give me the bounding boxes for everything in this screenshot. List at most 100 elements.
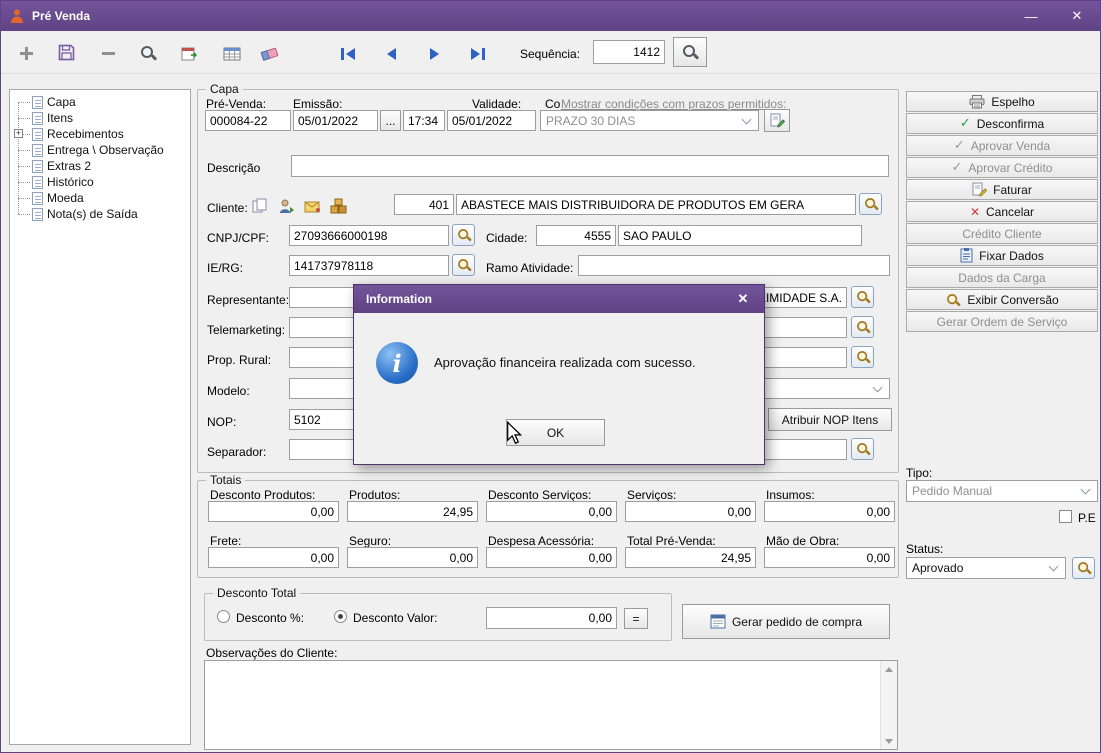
validade-input[interactable]	[447, 110, 536, 131]
exibir-conversao-button[interactable]: Exibir Conversão	[906, 289, 1098, 310]
despesa-acessoria-input[interactable]	[486, 547, 617, 568]
tree-item-label: Itens	[47, 111, 74, 125]
nav-prev-button[interactable]	[378, 41, 404, 67]
vertical-scrollbar[interactable]	[880, 661, 897, 749]
export-button[interactable]	[177, 41, 203, 67]
nav-next-button[interactable]	[421, 41, 447, 67]
add-button[interactable]	[13, 40, 39, 66]
insumos-input[interactable]	[764, 501, 895, 522]
exibir-conversao-label: Exibir Conversão	[967, 292, 1059, 307]
search-button[interactable]	[135, 40, 161, 66]
status-combo[interactable]: Aprovado	[906, 557, 1066, 579]
pe-checkbox[interactable]	[1059, 510, 1072, 523]
mao-de-obra-input[interactable]	[764, 547, 895, 568]
window-titlebar: Pré Venda — ✕	[1, 1, 1100, 31]
telemarketing-search-button[interactable]	[851, 316, 874, 338]
minimize-button[interactable]: —	[1008, 1, 1054, 31]
view-sequence-button[interactable]	[673, 37, 707, 67]
representante-search-button[interactable]	[851, 286, 874, 308]
desconto-produtos-input[interactable]	[208, 501, 339, 522]
tree-item-historico[interactable]: Histórico	[18, 174, 94, 190]
clear-button[interactable]	[257, 41, 283, 67]
ie-rg-input[interactable]	[289, 255, 449, 276]
nav-last-button[interactable]	[464, 41, 490, 67]
condicao-edit-button[interactable]	[764, 109, 790, 132]
condicao-prazos-link[interactable]: Mostrar condições com prazos permitidos:	[560, 97, 787, 111]
faturar-button[interactable]: Faturar	[906, 179, 1098, 200]
sequencia-input[interactable]	[593, 40, 665, 64]
cidade-code-input[interactable]	[536, 225, 616, 246]
printer-icon	[969, 94, 985, 108]
tree-expander-recebimentos[interactable]: +	[14, 129, 23, 138]
document-icon	[32, 111, 43, 125]
faturar-label: Faturar	[993, 182, 1032, 197]
observacoes-cliente-textarea[interactable]	[204, 660, 898, 750]
cancelar-button[interactable]: ✕ Cancelar	[906, 201, 1098, 222]
cliente-products-button[interactable]	[326, 193, 352, 219]
cliente-mail-button[interactable]	[300, 193, 326, 219]
remove-button[interactable]	[95, 40, 121, 66]
tree-item-notas-de-saida[interactable]: Nota(s) de Saída	[18, 206, 138, 222]
eraser-icon	[260, 47, 279, 61]
prop-rural-search-button[interactable]	[851, 346, 874, 368]
desconto-total-group: Desconto Total Desconto %: Desconto Valo…	[204, 586, 672, 641]
scroll-down-button[interactable]	[881, 733, 897, 749]
ramo-atividade-input[interactable]	[578, 255, 890, 276]
dialog-titlebar: Information ✕	[354, 285, 764, 313]
desconto-total-group-label: Desconto Total	[213, 586, 301, 600]
status-search-button[interactable]	[1072, 557, 1095, 579]
scroll-up-button[interactable]	[881, 661, 897, 677]
equals-button[interactable]: =	[624, 608, 648, 629]
tree-item-recebimentos[interactable]: Recebimentos	[18, 126, 124, 142]
desconfirma-button[interactable]: ✓ Desconfirma	[906, 113, 1098, 134]
tree-item-capa[interactable]: Capa	[18, 94, 76, 110]
frete-label: Frete:	[210, 534, 242, 548]
frete-input[interactable]	[208, 547, 339, 568]
cnpj-label: CNPJ/CPF:	[207, 231, 270, 245]
ie-rg-search-button[interactable]	[452, 254, 475, 276]
tree-item-itens[interactable]: Itens	[17, 110, 74, 126]
cnpj-search-button[interactable]	[452, 224, 475, 246]
representante-label: Representante:	[207, 293, 290, 307]
emissao-time-input[interactable]	[403, 110, 445, 131]
desconto-percent-radio[interactable]	[217, 610, 230, 623]
fixar-dados-button[interactable]: Fixar Dados	[906, 245, 1098, 266]
espelho-button[interactable]: Espelho	[906, 91, 1098, 112]
tree-item-moeda[interactable]: Moeda	[18, 190, 84, 206]
produtos-input[interactable]	[347, 501, 478, 522]
cliente-person-button[interactable]	[274, 193, 300, 219]
separador-search-button[interactable]	[851, 438, 874, 460]
seguro-label: Seguro:	[349, 534, 392, 548]
emissao-date-input[interactable]	[293, 110, 378, 131]
envelope-icon	[304, 201, 320, 213]
close-button[interactable]: ✕	[1054, 1, 1100, 31]
total-pre-venda-input[interactable]	[625, 547, 756, 568]
floppy-icon	[58, 44, 74, 60]
seguro-input[interactable]	[347, 547, 478, 568]
tipo-combo: Pedido Manual	[906, 480, 1098, 502]
cliente-search-button[interactable]	[859, 193, 882, 215]
dialog-close-button[interactable]: ✕	[722, 285, 764, 313]
emissao-more-button[interactable]: ...	[380, 110, 401, 131]
servicos-input[interactable]	[625, 501, 756, 522]
tree-item-extras-2[interactable]: Extras 2	[17, 158, 91, 174]
desconto-valor-radio[interactable]	[334, 610, 347, 623]
grid-view-button[interactable]	[219, 41, 245, 67]
descricao-input[interactable]	[291, 155, 889, 177]
ok-button[interactable]: OK	[506, 419, 605, 446]
save-button[interactable]	[53, 39, 79, 65]
next-record-icon	[429, 48, 439, 60]
desconto-servicos-input[interactable]	[486, 501, 617, 522]
pre-venda-input[interactable]	[205, 110, 291, 131]
cnpj-input[interactable]	[289, 225, 449, 246]
nav-first-button[interactable]	[335, 41, 361, 67]
cliente-code-input[interactable]	[394, 194, 454, 215]
tree-item-entrega-observacao[interactable]: Entrega \ Observação	[18, 142, 164, 158]
cliente-name-input[interactable]	[456, 194, 856, 215]
cidade-name-input[interactable]	[618, 225, 862, 246]
atribuir-nop-itens-button[interactable]: Atribuir NOP Itens	[768, 408, 892, 431]
gerar-pedido-compra-button[interactable]: Gerar pedido de compra	[682, 604, 890, 639]
app-icon	[11, 9, 23, 23]
cliente-copy-button[interactable]	[248, 193, 274, 219]
desconto-valor-input[interactable]	[486, 607, 617, 629]
